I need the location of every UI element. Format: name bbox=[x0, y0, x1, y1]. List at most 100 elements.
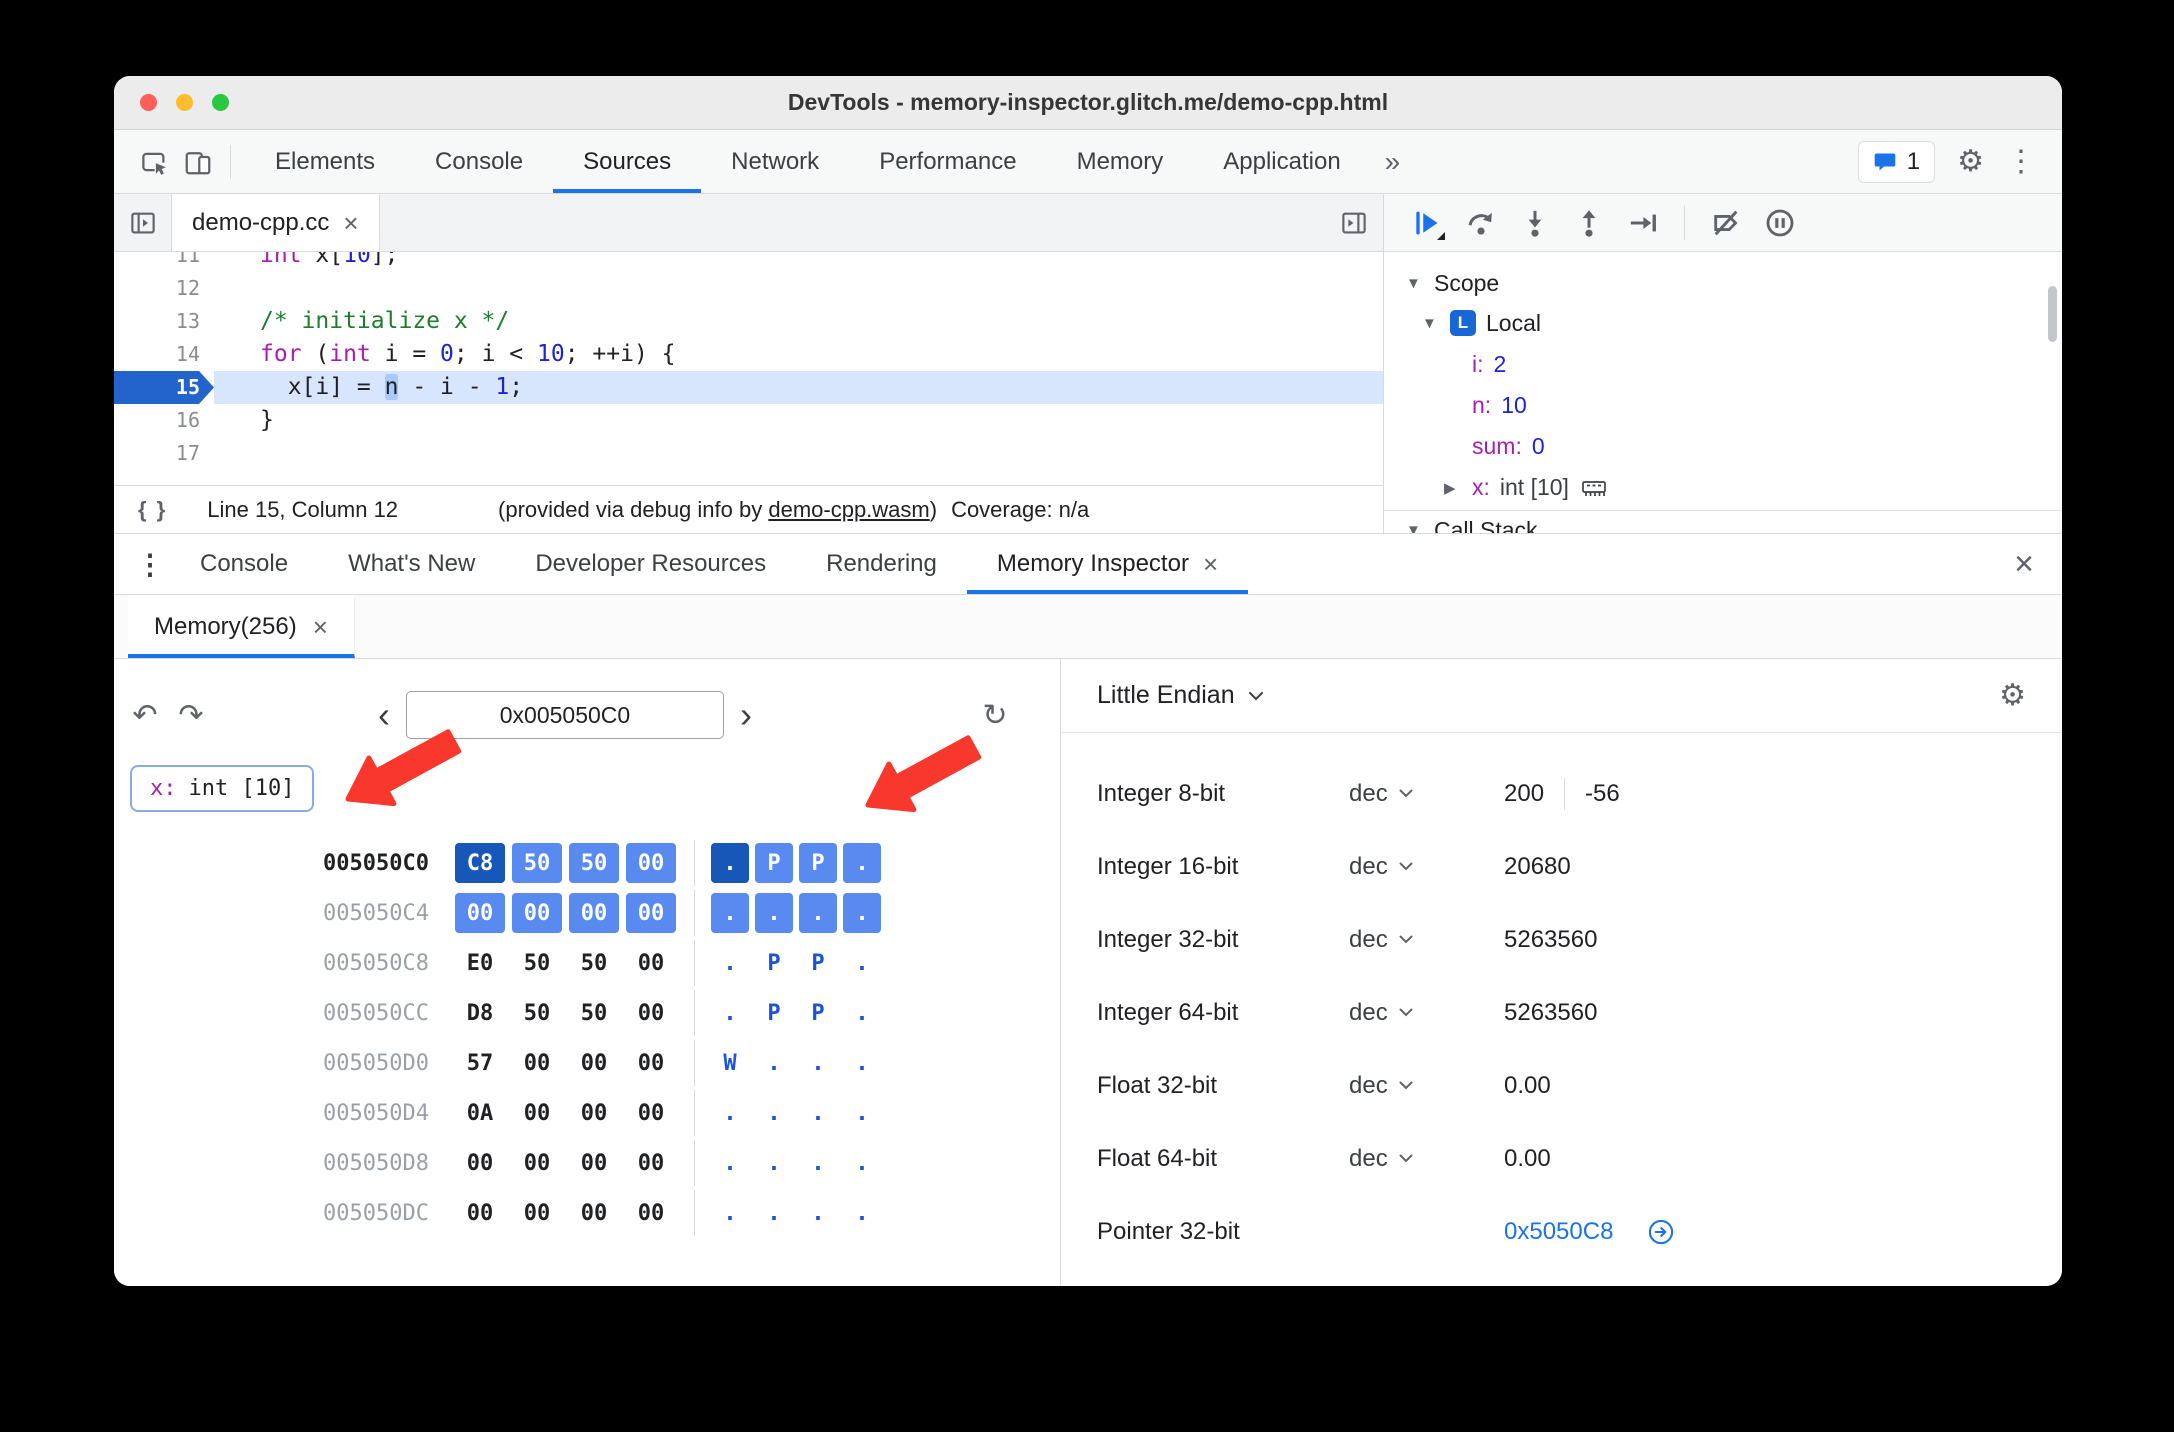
hex-byte[interactable]: 57 bbox=[455, 1043, 505, 1083]
scope-variable-i[interactable]: i: 2 bbox=[1384, 344, 2062, 385]
drawer-close-icon[interactable]: × bbox=[2014, 545, 2062, 584]
scope-variable-sum[interactable]: sum: 0 bbox=[1384, 426, 2062, 467]
hex-byte[interactable]: 00 bbox=[626, 1043, 676, 1083]
issues-button[interactable]: 1 bbox=[1857, 140, 1936, 183]
ascii-char[interactable]: . bbox=[755, 1193, 793, 1233]
ascii-char[interactable]: W bbox=[711, 1043, 749, 1083]
highlighted-memory-chip[interactable]: x: int [10] bbox=[130, 765, 315, 812]
collapse-triangle-icon[interactable]: ▼ bbox=[1422, 315, 1450, 332]
ascii-char[interactable]: P bbox=[755, 843, 793, 883]
format-select[interactable]: dec bbox=[1349, 1072, 1504, 1100]
settings-gear-icon[interactable]: ⚙ bbox=[1957, 144, 1984, 179]
hex-byte[interactable]: 00 bbox=[626, 1143, 676, 1183]
hex-byte[interactable]: C8 bbox=[455, 843, 505, 883]
hex-byte[interactable]: 00 bbox=[569, 893, 619, 933]
previous-page-icon[interactable]: ‹ bbox=[372, 697, 396, 733]
minimize-window-button[interactable] bbox=[176, 94, 193, 111]
hex-byte[interactable]: 00 bbox=[455, 893, 505, 933]
local-scope-row[interactable]: ▼ L Local bbox=[1384, 302, 2062, 344]
ascii-char[interactable]: . bbox=[843, 893, 881, 933]
drawer-tab-console[interactable]: Console bbox=[170, 534, 318, 594]
hex-byte[interactable]: 00 bbox=[626, 893, 676, 933]
tab-performance[interactable]: Performance bbox=[849, 130, 1046, 193]
ascii-char[interactable]: P bbox=[755, 943, 793, 983]
hex-byte[interactable]: 00 bbox=[455, 1193, 505, 1233]
line-number[interactable]: 17 bbox=[114, 437, 214, 470]
hex-byte[interactable]: 00 bbox=[569, 1143, 619, 1183]
step-icon[interactable] bbox=[1628, 208, 1658, 238]
ascii-char[interactable]: . bbox=[711, 1193, 749, 1233]
ascii-char[interactable]: . bbox=[799, 893, 837, 933]
device-toolbar-icon[interactable] bbox=[176, 140, 220, 184]
open-panel-icon[interactable] bbox=[1325, 194, 1383, 251]
ascii-char[interactable]: . bbox=[711, 843, 749, 883]
ascii-char[interactable]: . bbox=[843, 1043, 881, 1083]
file-tab-close-icon[interactable]: × bbox=[343, 210, 358, 236]
hex-byte[interactable]: 0A bbox=[455, 1093, 505, 1133]
ascii-char[interactable]: . bbox=[843, 843, 881, 883]
refresh-icon[interactable]: ↻ bbox=[972, 692, 1018, 738]
ascii-char[interactable]: . bbox=[843, 993, 881, 1033]
deactivate-breakpoints-icon[interactable] bbox=[1711, 208, 1741, 238]
hex-byte[interactable]: 00 bbox=[512, 893, 562, 933]
pointer-address-link[interactable]: 0x5050C8 bbox=[1504, 1218, 1613, 1246]
hex-byte[interactable]: 00 bbox=[512, 1143, 562, 1183]
hex-byte[interactable]: 00 bbox=[626, 1093, 676, 1133]
hex-byte[interactable]: 50 bbox=[512, 993, 562, 1033]
hex-byte[interactable]: 50 bbox=[569, 993, 619, 1033]
tab-network[interactable]: Network bbox=[701, 130, 849, 193]
jump-to-address-icon[interactable] bbox=[1647, 1218, 1675, 1246]
tab-sources[interactable]: Sources bbox=[553, 130, 702, 193]
hex-byte[interactable]: 00 bbox=[455, 1143, 505, 1183]
drawer-tab-close-icon[interactable]: × bbox=[1203, 551, 1218, 577]
hex-byte[interactable]: 00 bbox=[512, 1043, 562, 1083]
format-select[interactable]: dec bbox=[1349, 1145, 1504, 1173]
resume-script-button[interactable] bbox=[1412, 208, 1445, 240]
execution-line-number[interactable]: 15 bbox=[114, 371, 214, 404]
open-memory-inspector-button[interactable] bbox=[1581, 477, 1607, 499]
hex-byte[interactable]: 00 bbox=[569, 1093, 619, 1133]
ascii-char[interactable]: . bbox=[711, 943, 749, 983]
tab-application[interactable]: Application bbox=[1193, 130, 1370, 193]
inspect-element-icon[interactable] bbox=[132, 140, 176, 184]
ascii-char[interactable]: . bbox=[843, 943, 881, 983]
interpreter-settings-gear-icon[interactable]: ⚙ bbox=[1999, 678, 2026, 713]
ascii-char[interactable]: P bbox=[799, 843, 837, 883]
ascii-char[interactable]: . bbox=[843, 1193, 881, 1233]
more-tabs-chevron[interactable]: » bbox=[1371, 146, 1415, 178]
line-number[interactable]: 16 bbox=[114, 404, 214, 437]
line-number[interactable]: 11 bbox=[114, 252, 214, 272]
next-page-icon[interactable]: › bbox=[734, 697, 758, 733]
ascii-char[interactable]: P bbox=[755, 993, 793, 1033]
hex-byte[interactable]: 00 bbox=[626, 993, 676, 1033]
scope-variable-n[interactable]: n: 10 bbox=[1384, 385, 2062, 426]
ascii-char[interactable]: . bbox=[799, 1193, 837, 1233]
ascii-char[interactable]: . bbox=[799, 1093, 837, 1133]
drawer-tab-what-s-new[interactable]: What's New bbox=[318, 534, 505, 594]
step-over-icon[interactable] bbox=[1466, 208, 1496, 238]
ascii-char[interactable]: P bbox=[799, 993, 837, 1033]
code-editor[interactable]: 11 int x[10]; 12 13/* initialize x */14 for … bbox=[114, 252, 1383, 485]
redo-icon[interactable]: ↷ bbox=[168, 692, 214, 738]
call-stack-section-header[interactable]: ▼ Call Stack bbox=[1384, 510, 2062, 533]
ascii-char[interactable]: . bbox=[799, 1143, 837, 1183]
pause-on-exceptions-icon[interactable] bbox=[1765, 208, 1795, 238]
ascii-char[interactable]: . bbox=[799, 1043, 837, 1083]
close-window-button[interactable] bbox=[140, 94, 157, 111]
collapse-triangle-icon[interactable]: ▼ bbox=[1406, 522, 1434, 533]
step-into-icon[interactable] bbox=[1520, 208, 1550, 238]
hex-byte[interactable]: 50 bbox=[512, 843, 562, 883]
endianness-select[interactable]: Little Endian bbox=[1097, 681, 1265, 710]
ascii-char[interactable]: P bbox=[799, 943, 837, 983]
scrollbar[interactable] bbox=[2048, 286, 2057, 342]
navigator-toggle-icon[interactable] bbox=[114, 194, 172, 251]
collapse-triangle-icon[interactable]: ▼ bbox=[1406, 275, 1434, 292]
hex-byte[interactable]: D8 bbox=[455, 993, 505, 1033]
hex-byte[interactable]: 00 bbox=[569, 1193, 619, 1233]
ascii-char[interactable]: . bbox=[755, 893, 793, 933]
format-select[interactable]: dec bbox=[1349, 780, 1504, 808]
zoom-window-button[interactable] bbox=[212, 94, 229, 111]
line-number[interactable]: 14 bbox=[114, 338, 214, 371]
tab-memory[interactable]: Memory bbox=[1047, 130, 1194, 193]
expand-triangle-icon[interactable]: ▶ bbox=[1444, 479, 1472, 497]
